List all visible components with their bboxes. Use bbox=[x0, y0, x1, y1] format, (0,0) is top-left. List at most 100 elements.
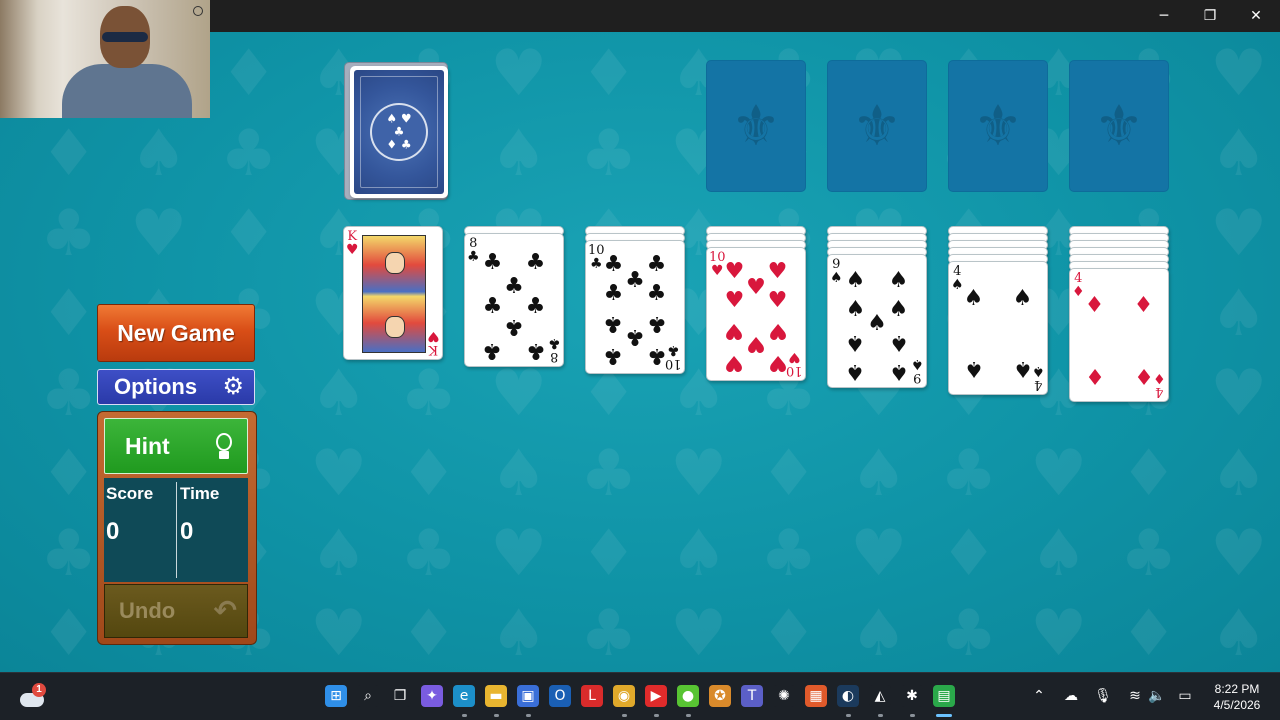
youtube-icon[interactable]: ▶ bbox=[645, 685, 667, 707]
background-suit-icon: ♦ bbox=[40, 597, 98, 671]
card-10-red[interactable]: 10 ♥ 10 ♥ ♥ ♥ ♥ ♥ ♥ ♥ ♥ ♥ ♥ ♥ bbox=[706, 247, 806, 381]
chrome-icon[interactable]: ◉ bbox=[613, 685, 635, 707]
running-indicator bbox=[845, 714, 851, 717]
outlook-icon[interactable]: O bbox=[549, 685, 571, 707]
background-suit-icon: ♠ bbox=[310, 517, 368, 591]
options-button[interactable]: Options ⚙ bbox=[97, 369, 255, 405]
unity-icon[interactable]: ◭ bbox=[869, 685, 891, 707]
card-corner-top: 10 ♣ bbox=[588, 243, 605, 272]
new-game-button[interactable]: New Game bbox=[97, 304, 255, 362]
wifi-icon[interactable]: ≋ bbox=[1124, 685, 1146, 707]
background-suit-icon: ♠ bbox=[850, 437, 908, 511]
card-corner-top: 8 ♣ bbox=[467, 236, 480, 265]
foundation-emblem-icon: ⚜ bbox=[972, 93, 1024, 159]
card-pip-icon: ♣ bbox=[625, 267, 645, 293]
close-button[interactable]: ✕ bbox=[1233, 0, 1279, 32]
game-panel: Hint Score 0 Time 0 Undo ↶ bbox=[97, 411, 257, 645]
weather-widget[interactable]: 1 bbox=[18, 681, 48, 711]
l-app-icon[interactable]: L bbox=[581, 685, 603, 707]
webcam-indicator-icon bbox=[193, 6, 203, 16]
duolingo-icon[interactable]: ● bbox=[677, 685, 699, 707]
card-8-black[interactable]: 8 ♣ 8 ♣ ♣ ♣ ♣ ♣ ♣ ♣ ♣ ♣ bbox=[464, 233, 564, 367]
background-suit-icon: ♠ bbox=[1210, 117, 1268, 191]
lightbulb-icon bbox=[211, 429, 237, 463]
hint-button[interactable]: Hint bbox=[104, 418, 248, 474]
background-suit-icon: ♥ bbox=[490, 37, 548, 111]
webcam-person-body bbox=[62, 64, 192, 118]
card-K-red[interactable]: K ♥ K ♥ bbox=[343, 226, 443, 360]
card-pip-icon: ♥ bbox=[724, 287, 745, 313]
microphone-icon[interactable]: 🎙 bbox=[1092, 685, 1114, 707]
card-pip-icon: ♣ bbox=[525, 250, 546, 276]
card-pip-icon: ♥ bbox=[767, 317, 788, 343]
foundation-slot-1[interactable]: ⚜ bbox=[706, 60, 806, 192]
card-9-black[interactable]: 9 ♠ 9 ♠ ♠ ♠ ♠ ♠ ♠ ♠ ♠ ♠ ♠ bbox=[827, 254, 927, 388]
background-suit-icon: ♣ bbox=[580, 117, 638, 191]
card-pip-icon: ♥ bbox=[746, 331, 766, 357]
copilot-icon[interactable]: ✦ bbox=[421, 685, 443, 707]
background-suit-icon: ♦ bbox=[400, 437, 458, 511]
clock-date: 4/5/2026 bbox=[1213, 698, 1261, 712]
minimize-button[interactable]: ─ bbox=[1141, 0, 1187, 32]
background-suit-icon: ♦ bbox=[220, 37, 278, 111]
file-explorer-icon[interactable]: ▬ bbox=[485, 685, 507, 707]
store-icon[interactable]: ▣ bbox=[517, 685, 539, 707]
card-pip-icon: ♥ bbox=[746, 274, 766, 300]
card-pip-icon: ♠ bbox=[888, 359, 909, 385]
medal-app-icon[interactable]: ✪ bbox=[709, 685, 731, 707]
task-view-icon[interactable]: ❐ bbox=[389, 685, 411, 707]
background-suit-icon: ♠ bbox=[310, 357, 368, 431]
system-clock[interactable]: 8:22 PM 4/5/2026 bbox=[1200, 681, 1274, 713]
running-indicator bbox=[493, 714, 499, 717]
card-pip-icon: ♣ bbox=[482, 338, 503, 364]
microsoft-apps-icon[interactable]: ▦ bbox=[805, 685, 827, 707]
king-of-hearts-art bbox=[362, 235, 426, 353]
running-indicator bbox=[936, 714, 952, 717]
background-suit-icon: ♦ bbox=[580, 517, 638, 591]
restore-button[interactable]: ❐ bbox=[1187, 0, 1233, 32]
background-suit-icon: ♥ bbox=[1030, 437, 1088, 511]
background-suit-icon: ♠ bbox=[490, 117, 548, 191]
background-suit-icon: ♥ bbox=[1030, 597, 1088, 671]
puzzle-app-icon[interactable]: ✱ bbox=[901, 685, 923, 707]
card-pip-icon: ♠ bbox=[867, 310, 887, 336]
battery-icon[interactable]: ▭ bbox=[1174, 685, 1196, 707]
teams-icon[interactable]: T bbox=[741, 685, 763, 707]
card-corner-bot: 9 ♠ bbox=[911, 356, 924, 385]
volume-icon[interactable]: 🔈 bbox=[1146, 685, 1168, 707]
background-suit-icon: ♣ bbox=[40, 197, 98, 271]
card-pip-icon: ♣ bbox=[482, 250, 503, 276]
background-suit-icon: ♣ bbox=[580, 437, 638, 511]
card-corner-bot: 4 ♦ bbox=[1153, 370, 1166, 399]
chatgpt-icon[interactable]: ✺ bbox=[773, 685, 795, 707]
background-suit-icon: ♥ bbox=[310, 597, 368, 671]
start-icon[interactable]: ⊞ bbox=[325, 685, 347, 707]
card-corner-top: K ♥ bbox=[346, 229, 359, 258]
webcam-overlay bbox=[0, 0, 210, 118]
card-4-black[interactable]: 4 ♠ 4 ♠ ♠ ♠ ♠ ♠ bbox=[948, 261, 1048, 395]
background-suit-icon: ♥ bbox=[1210, 357, 1268, 431]
foundation-emblem-icon: ⚜ bbox=[1093, 93, 1145, 159]
running-indicator bbox=[685, 714, 691, 717]
solitaire-icon[interactable]: ▤ bbox=[933, 685, 955, 707]
card-10-black[interactable]: 10 ♣ 10 ♣ ♣ ♣ ♣ ♣ ♣ ♣ ♣ ♣ ♣ ♣ bbox=[585, 240, 685, 374]
card-pip-icon: ♠ bbox=[963, 285, 984, 311]
webcam-person-glasses bbox=[102, 32, 148, 42]
undo-button[interactable]: Undo ↶ bbox=[104, 584, 248, 638]
foundation-slot-2[interactable]: ⚜ bbox=[827, 60, 927, 192]
steam-icon[interactable]: ◐ bbox=[837, 685, 859, 707]
card-4-red[interactable]: 4 ♦ 4 ♦ ♦ ♦ ♦ ♦ bbox=[1069, 268, 1169, 402]
foundation-slot-3[interactable]: ⚜ bbox=[948, 60, 1048, 192]
card-corner-top: 10 ♥ bbox=[709, 250, 726, 279]
stock-pile[interactable]: ♠ ♥ ♣ ♦ ♣ bbox=[350, 66, 448, 198]
edge-icon[interactable]: e bbox=[453, 685, 475, 707]
tray-chevron-icon[interactable]: ⌃ bbox=[1028, 685, 1050, 707]
king-face bbox=[385, 252, 405, 274]
onedrive-icon[interactable]: ☁ bbox=[1060, 685, 1082, 707]
foundation-emblem-icon: ⚜ bbox=[730, 93, 782, 159]
search-icon[interactable]: ⌕ bbox=[357, 685, 379, 707]
foundation-slot-4[interactable]: ⚜ bbox=[1069, 60, 1169, 192]
running-indicator bbox=[461, 714, 467, 717]
background-suit-icon: ♦ bbox=[40, 117, 98, 191]
background-suit-icon: ♦ bbox=[400, 597, 458, 671]
